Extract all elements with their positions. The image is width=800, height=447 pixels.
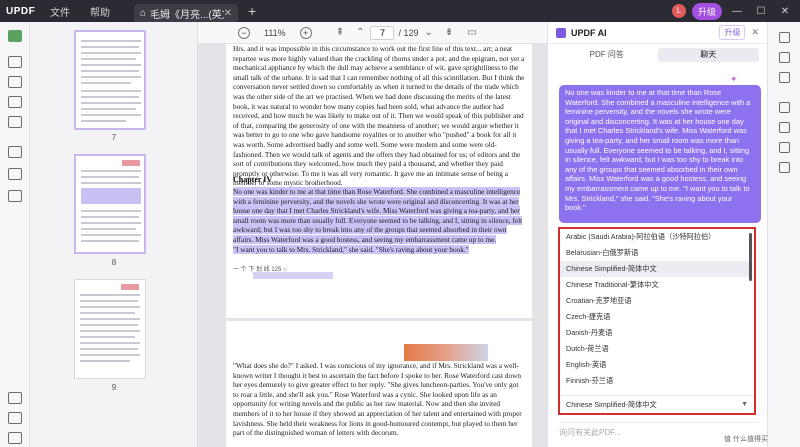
ai-logo-icon	[556, 27, 566, 38]
first-page-icon[interactable]: ⇞	[336, 27, 344, 38]
thumbnail-page-9[interactable]	[74, 279, 146, 379]
redacted-image	[404, 344, 488, 361]
thumbnail-page-8[interactable]	[74, 154, 146, 254]
zoom-in-icon[interactable]: +	[299, 26, 312, 39]
ai-tabs: PDF 问答 聊天	[556, 48, 759, 62]
pdf-page: "What does she do?" I asked. I was consc…	[226, 321, 532, 447]
save-icon[interactable]	[779, 102, 790, 113]
thumbnail-panel: 7 8 9	[30, 22, 198, 447]
thumbnail-page-number: 8	[111, 258, 117, 267]
share-icon[interactable]	[779, 122, 790, 133]
convert-icon[interactable]	[779, 52, 790, 63]
pages-icon[interactable]	[8, 190, 22, 202]
comment-icon[interactable]	[8, 56, 22, 68]
page-body-text: "What does she do?" I asked. I was consc…	[233, 361, 522, 438]
dropdown-scrollbar[interactable]	[749, 233, 752, 281]
sparkle-icon: ✦	[730, 74, 738, 84]
tab-label: 毛姆《月亮...(英文版)	[150, 9, 224, 21]
language-option[interactable]: Arabic (Saudi Arabia)-阿拉伯语（沙特阿拉伯）	[560, 229, 752, 245]
document-tab[interactable]: ⌂ 毛姆《月亮...(英文版) ✕	[134, 4, 238, 22]
bookmark-icon[interactable]	[8, 412, 22, 424]
document-toolbar: − 111% + ⇞ ⌃ / 129 ⌄ ⇟ ▭	[198, 22, 547, 44]
crop-icon[interactable]	[8, 168, 22, 180]
new-tab-icon[interactable]: +	[238, 3, 266, 19]
chevron-down-icon: ▼	[741, 401, 748, 408]
ai-header: UPDF AI 升级 ✕	[548, 22, 767, 44]
print-icon[interactable]	[779, 162, 790, 173]
menu-file[interactable]: 文件	[40, 4, 80, 19]
ai-upgrade-badge[interactable]: 升级	[719, 25, 746, 40]
layers-icon[interactable]	[8, 392, 22, 404]
tab-chat[interactable]: 聊天	[657, 48, 759, 62]
chat-message: No one was kinder to me at that time tha…	[559, 85, 761, 223]
highlighted-paragraph[interactable]: No one was kinder to me at that time tha…	[233, 187, 525, 254]
search-icon[interactable]	[779, 72, 790, 83]
menu-help[interactable]: 帮助	[80, 4, 120, 19]
pdf-page: Hrs. and it was impossible in this circu…	[226, 44, 532, 318]
page-total: / 129	[398, 27, 419, 38]
language-option[interactable]: Czech-捷克语	[560, 309, 752, 325]
language-option[interactable]: Finnish-芬兰语	[560, 373, 752, 389]
close-window-icon[interactable]: ✕	[776, 6, 794, 17]
highlighted-quote: "I want you to talk to Mrs. Strickland,"…	[233, 244, 469, 254]
thumbnail-page-number: 7	[111, 133, 117, 142]
language-option[interactable]: Chinese Simplified-简体中文	[560, 261, 752, 277]
avatar[interactable]: L	[671, 4, 686, 18]
prev-page-icon[interactable]: ⌃	[356, 27, 364, 38]
page-navigator: / 129	[370, 25, 419, 40]
ai-title: UPDF AI	[571, 27, 607, 38]
upgrade-button[interactable]: 升级	[691, 2, 722, 20]
zoom-out-icon[interactable]: −	[238, 26, 250, 39]
attachment-icon[interactable]	[8, 432, 22, 444]
present-icon[interactable]: ▭	[467, 27, 476, 38]
maximize-icon[interactable]: ☐	[752, 6, 770, 17]
app-logo: UPDF	[6, 5, 36, 17]
last-page-icon[interactable]: ⇟	[445, 27, 453, 38]
language-dropdown[interactable]: Arabic (Saudi Arabia)-阿拉伯语（沙特阿拉伯） Belaru…	[558, 227, 756, 415]
language-list: Arabic (Saudi Arabia)-阿拉伯语（沙特阿拉伯） Belaru…	[560, 229, 752, 392]
page-input[interactable]	[370, 25, 395, 40]
left-tool-strip	[0, 22, 30, 447]
tab-pdf-qa[interactable]: PDF 问答	[556, 48, 658, 62]
title-bar: UPDF 文件 帮助 ⌂ 毛姆《月亮...(英文版) ✕ + L 升级 — ☐ …	[0, 0, 800, 22]
language-option[interactable]: Chinese Traditional-繁体中文	[560, 277, 752, 293]
zoom-level[interactable]: 111%	[264, 28, 286, 38]
redacted-area	[253, 272, 333, 279]
language-select[interactable]: Chinese Simplified-简体中文 ▼	[560, 395, 754, 413]
language-option[interactable]: Belarusian-白俄罗斯语	[560, 245, 752, 261]
right-tool-strip	[767, 22, 800, 447]
thumbnail-page-7[interactable]	[74, 30, 146, 130]
ai-panel: UPDF AI 升级 ✕ PDF 问答 聊天 ✦ No one was kind…	[547, 22, 767, 447]
edit-icon[interactable]	[8, 76, 22, 88]
ocr-icon[interactable]	[8, 146, 22, 158]
reader-icon[interactable]	[8, 30, 22, 42]
page-body-text: Hrs. and it was impossible in this circu…	[233, 44, 525, 188]
chapter-heading: Chapter IV	[233, 175, 273, 184]
language-option[interactable]: Danish-丹麦语	[560, 325, 752, 341]
next-page-icon[interactable]: ⌄	[425, 27, 433, 38]
form-icon[interactable]	[8, 96, 22, 108]
mail-icon[interactable]	[779, 142, 790, 153]
close-icon[interactable]: ✕	[751, 27, 759, 38]
minimize-icon[interactable]: —	[728, 6, 746, 17]
language-option[interactable]: English-英语	[560, 357, 752, 373]
language-option[interactable]: Croatian-克罗地亚语	[560, 293, 752, 309]
organize-icon[interactable]	[8, 116, 22, 128]
language-option[interactable]: Dutch-荷兰语	[560, 341, 752, 357]
close-tab-icon[interactable]: ✕	[224, 8, 232, 19]
document-viewer[interactable]: Hrs. and it was impossible in this circu…	[198, 44, 547, 447]
watermark: 值 什么值得买	[724, 436, 768, 443]
highlighted-text: No one was kinder to me at that time tha…	[233, 187, 523, 244]
thumbnail-page-number: 9	[111, 383, 117, 392]
ai-assistant-icon[interactable]	[779, 32, 790, 43]
selected-language: Chinese Simplified-简体中文	[566, 400, 657, 409]
